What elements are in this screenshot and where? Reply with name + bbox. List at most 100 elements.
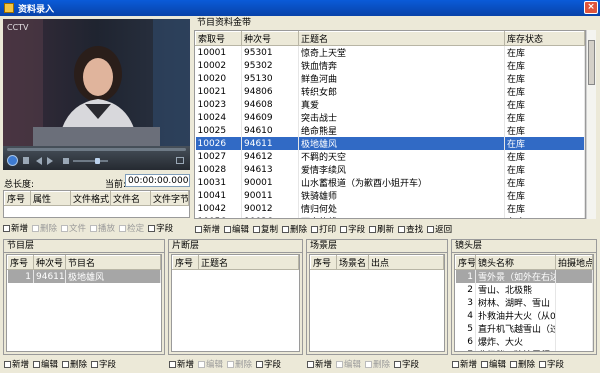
scroll-thumb[interactable]: [588, 40, 595, 85]
edit-button[interactable]: 编辑: [481, 358, 506, 370]
table-row[interactable]: 2 雪山、北极熊: [455, 283, 593, 296]
fields-button[interactable]: 字段: [91, 358, 116, 370]
table-cell: [555, 269, 593, 283]
delete-label: 删除: [373, 360, 391, 370]
delete-button[interactable]: 删除: [365, 358, 390, 370]
new-button[interactable]: 新增: [4, 358, 29, 370]
table-row[interactable]: 6 爆炸、大火: [455, 335, 593, 348]
volume-slider[interactable]: [73, 160, 108, 162]
table-row[interactable]: 10023 94608 真爱 在库: [195, 98, 585, 111]
table-row[interactable]: 10002 95302 铁血情奔 在库: [195, 59, 585, 72]
new-icon: [4, 360, 11, 368]
table-row[interactable]: 10024 94609 突击战士 在库: [195, 111, 585, 124]
back-button[interactable]: 返回: [427, 223, 452, 235]
delete-button[interactable]: 删除: [227, 358, 252, 370]
rewind-icon[interactable]: [36, 157, 42, 165]
refresh-button[interactable]: 刷新: [369, 223, 394, 235]
fields-label: 字段: [402, 360, 420, 370]
delete-button[interactable]: 删除: [32, 222, 57, 234]
check-button[interactable]: 检定: [119, 222, 144, 234]
edit-button[interactable]: 编辑: [198, 358, 223, 370]
table-row[interactable]: 4扑救油井大火（从03:00: [455, 309, 593, 322]
segment-layer-header: 序号 正题名: [172, 255, 299, 270]
col-header[interactable]: 序号: [310, 255, 337, 270]
table-row[interactable]: 1005690036死亡热线在库: [195, 215, 585, 218]
file-button[interactable]: 文件: [61, 222, 86, 234]
program-store-scrollbar[interactable]: [586, 30, 596, 219]
col-header[interactable]: 索取号: [195, 31, 242, 46]
col-header[interactable]: 种次号: [33, 255, 66, 270]
table-row[interactable]: 10026 94611 极地雄风 在库: [195, 137, 585, 150]
edit-button[interactable]: 编辑: [224, 223, 249, 235]
stop-icon[interactable]: [23, 157, 29, 164]
col-header[interactable]: 文件格式: [70, 191, 111, 206]
seek-bar[interactable]: [7, 148, 186, 151]
col-header[interactable]: 序号: [7, 255, 34, 270]
table-row[interactable]: 10025 94610 绝命熊星 在库: [195, 124, 585, 137]
col-header[interactable]: 正题名: [198, 255, 299, 270]
table-row[interactable]: 10028 94613 爱情李续风 在库: [195, 163, 585, 176]
col-header[interactable]: 场景名: [336, 255, 369, 270]
table-row[interactable]: 10021 94806 转织女郎 在库: [195, 85, 585, 98]
col-header[interactable]: 文件字节: [150, 191, 189, 206]
table-row[interactable]: 10041 90011 铁骑雄师 在库: [195, 189, 585, 202]
delete-button[interactable]: 删除: [282, 223, 307, 235]
edit-label: 编辑: [344, 360, 362, 370]
col-header[interactable]: 序号: [4, 191, 31, 206]
close-button[interactable]: ×: [584, 1, 598, 14]
col-header[interactable]: 节目名: [65, 255, 161, 270]
play-clip-button[interactable]: 播放: [90, 222, 115, 234]
position-field[interactable]: 00:00:00.000: [125, 174, 190, 187]
col-header[interactable]: 正题名: [298, 31, 505, 46]
table-row[interactable]: 10020 95130 鲜鱼河曲 在库: [195, 72, 585, 85]
copy-button[interactable]: 复制: [253, 223, 278, 235]
delete-button[interactable]: 删除: [62, 358, 87, 370]
forward-icon[interactable]: [47, 157, 53, 165]
print-button[interactable]: 打印: [311, 223, 336, 235]
delete-button[interactable]: 删除: [510, 358, 535, 370]
col-header[interactable]: 种次号: [241, 31, 299, 46]
fields-button[interactable]: 字段: [394, 358, 419, 370]
fields-button[interactable]: 字段: [539, 358, 564, 370]
col-header[interactable]: 序号: [455, 255, 476, 270]
fields-button[interactable]: 字段: [148, 222, 173, 234]
col-header[interactable]: 镜头名称: [475, 255, 556, 270]
edit-label: 编辑: [41, 360, 59, 370]
table-row[interactable]: 1 94611 极地雄风: [7, 269, 161, 283]
table-cell: 在库: [504, 45, 585, 59]
volume-icon[interactable]: [63, 158, 69, 164]
new-button[interactable]: 新增: [169, 358, 194, 370]
table-cell: 94612: [241, 150, 299, 163]
table-row[interactable]: 5直升机飞越雪山（过开前: [455, 322, 593, 335]
table-row[interactable]: 10042 90012 情归何处 在库: [195, 202, 585, 215]
col-header[interactable]: 出点: [368, 255, 444, 270]
table-row[interactable]: 10001 95301 惊奇上天堂 在库: [195, 45, 585, 59]
new-icon: [3, 224, 10, 232]
new-button[interactable]: 新增: [307, 358, 332, 370]
table-row[interactable]: 10027 94612 不羁的天空 在库: [195, 150, 585, 163]
new-button[interactable]: 新增: [195, 223, 220, 235]
fullscreen-icon[interactable]: [176, 157, 184, 164]
fields-button[interactable]: 字段: [256, 358, 281, 370]
col-header[interactable]: 库存状态: [504, 31, 585, 46]
fields-icon: [256, 360, 264, 368]
new-icon: [452, 360, 459, 368]
table-row[interactable]: 7北极熊，独控雪貂: [455, 348, 593, 351]
table-row[interactable]: 1雪外景（如外在右边看）: [455, 269, 593, 283]
find-button[interactable]: 查找: [398, 223, 423, 235]
play-button[interactable]: [7, 155, 18, 166]
fields-label: 字段: [348, 225, 366, 235]
table-cell: 情归何处: [298, 202, 505, 215]
new-button[interactable]: 新增: [452, 358, 477, 370]
edit-button[interactable]: 编辑: [33, 358, 58, 370]
new-button[interactable]: 新增: [3, 222, 28, 234]
edit-button[interactable]: 编辑: [336, 358, 361, 370]
col-header[interactable]: 属性: [30, 191, 71, 206]
table-row[interactable]: 10031 90001 山水蓄根道（为歉酉小姐开车） 在库: [195, 176, 585, 189]
col-header[interactable]: 序号: [172, 255, 199, 270]
fields-button[interactable]: 字段: [340, 223, 365, 235]
col-header[interactable]: 拍摄地点: [555, 255, 593, 270]
col-header[interactable]: 文件名: [110, 191, 151, 206]
volume-thumb[interactable]: [95, 158, 100, 164]
table-row[interactable]: 3 树林、湖畔、雪山: [455, 296, 593, 309]
